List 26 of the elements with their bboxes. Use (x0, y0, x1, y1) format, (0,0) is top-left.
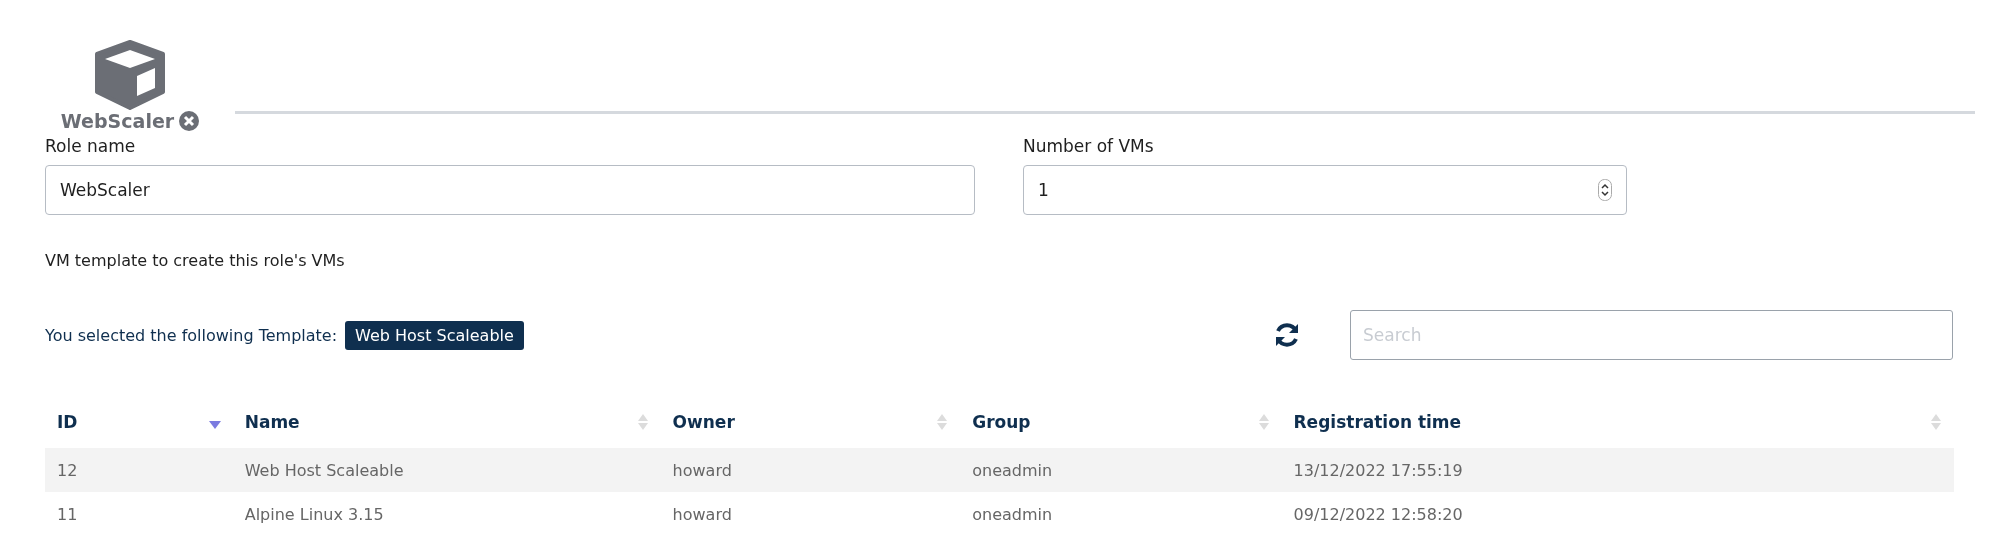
template-badge: Web Host Scaleable (345, 320, 524, 350)
table-cell: howard (672, 504, 732, 524)
template-hint: VM template to create this role's VMs (45, 251, 346, 270)
column-header[interactable]: ID (57, 412, 78, 432)
selected-template-label: You selected the following Template: (45, 325, 338, 345)
role-tab-label[interactable]: WebScaler (60, 110, 175, 132)
column-header[interactable]: Name (244, 412, 300, 432)
field-label: Role name (45, 136, 137, 156)
table-cell: Web Host Scaleable (244, 460, 404, 480)
table-cell: oneadmin (972, 460, 1053, 480)
number-field[interactable]: 1 (1023, 165, 1627, 215)
table-cell: Alpine Linux 3.15 (244, 504, 384, 524)
close-icon[interactable] (179, 111, 200, 131)
table-cell: 12 (57, 460, 78, 480)
spinner-icon[interactable] (1598, 179, 1612, 201)
table-cell: howard (672, 460, 732, 480)
cube-icon (93, 40, 167, 110)
table-cell: oneadmin (972, 504, 1053, 524)
column-header[interactable]: Group (972, 412, 1031, 432)
column-header[interactable]: Registration time (1293, 412, 1462, 432)
role-name-field[interactable]: WebScaler (45, 165, 975, 215)
field-label: Number of VMs (1023, 136, 1155, 156)
table-cell: 13/12/2022 17:55:19 (1293, 460, 1463, 480)
table-cell: 11 (57, 504, 78, 524)
column-header[interactable]: Owner (672, 412, 735, 432)
table-cell: 09/12/2022 12:58:20 (1293, 504, 1463, 524)
